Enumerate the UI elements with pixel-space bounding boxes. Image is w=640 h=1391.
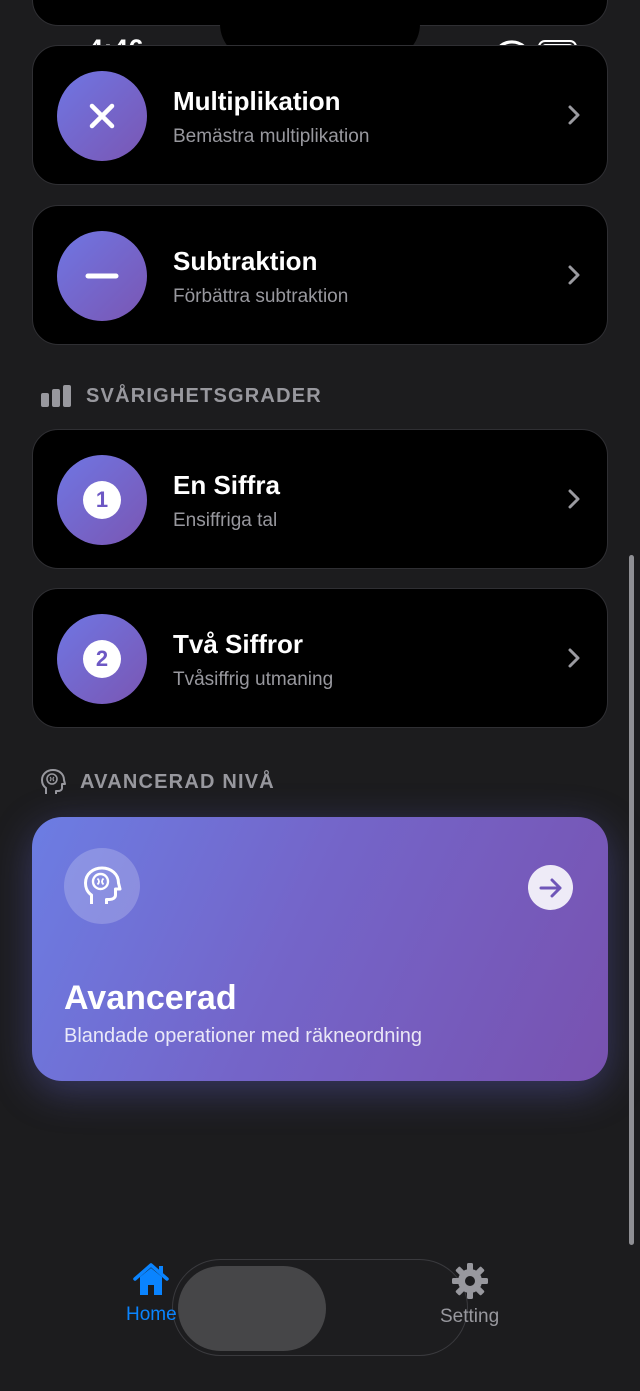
difficulty-card-one-digit[interactable]: 1 En Siffra Ensiffriga tal — [32, 429, 608, 569]
bar-chart-icon — [41, 385, 71, 407]
category-card-subtraction[interactable]: Subtraktion Förbättra subtraktion — [32, 205, 608, 345]
tab-active-highlight — [178, 1266, 326, 1351]
minus-badge — [57, 231, 147, 321]
brain-head-icon — [41, 769, 66, 794]
tab-label: Home — [126, 1304, 177, 1325]
home-screen: 4:46 Multiplikation Bemästra multiplikat… — [0, 0, 640, 1391]
advanced-subtitle: Blandade operationer med räkneordning — [64, 1025, 423, 1047]
chevron-right-icon — [568, 265, 580, 285]
arrow-right-icon — [539, 878, 561, 897]
multiply-icon — [89, 103, 115, 129]
difficulty-title: En Siffra — [173, 470, 280, 500]
multiply-badge — [57, 71, 147, 161]
category-card-multiplication[interactable]: Multiplikation Bemästra multiplikation — [32, 45, 608, 185]
number-badge: 2 — [57, 614, 147, 704]
open-advanced-button[interactable] — [528, 865, 573, 910]
advanced-section-header: AVANCERAD NIVÅ — [40, 768, 275, 796]
difficulty-card-two-digits[interactable]: 2 Två Siffror Tvåsiffrig utmaning — [32, 588, 608, 728]
section-title: SVÅRIGHETSGRADER — [86, 384, 322, 407]
difficulty-subtitle: Tvåsiffrig utmaning — [173, 669, 334, 690]
chevron-right-icon — [568, 648, 580, 668]
category-subtitle: Förbättra subtraktion — [173, 286, 349, 307]
advanced-title: Avancerad — [64, 979, 237, 1017]
brain-head-icon — [84, 866, 122, 904]
tab-home[interactable]: Home — [126, 1262, 177, 1326]
scroll-indicator[interactable] — [629, 555, 634, 1245]
minus-icon — [85, 273, 119, 279]
number-one-icon: 1 — [83, 481, 121, 519]
tab-setting[interactable]: Setting — [440, 1262, 499, 1328]
gear-icon — [451, 1263, 488, 1299]
house-icon — [133, 1263, 170, 1295]
difficulty-title: Två Siffror — [173, 629, 304, 659]
section-title: AVANCERAD NIVÅ — [80, 770, 275, 793]
difficulty-section-header: SVÅRIGHETSGRADER — [40, 384, 322, 408]
chevron-right-icon — [568, 489, 580, 509]
difficulty-subtitle: Ensiffriga tal — [173, 510, 278, 531]
category-title: Multiplikation — [173, 86, 341, 116]
chevron-right-icon — [568, 105, 580, 125]
advanced-mode-card[interactable]: Avancerad Blandade operationer med räkne… — [32, 817, 608, 1081]
number-badge: 1 — [57, 455, 147, 545]
tab-label: Setting — [440, 1306, 500, 1327]
number-two-icon: 2 — [83, 640, 121, 678]
category-subtitle: Bemästra multiplikation — [173, 126, 370, 147]
category-title: Subtraktion — [173, 246, 318, 276]
brain-badge — [64, 848, 140, 924]
